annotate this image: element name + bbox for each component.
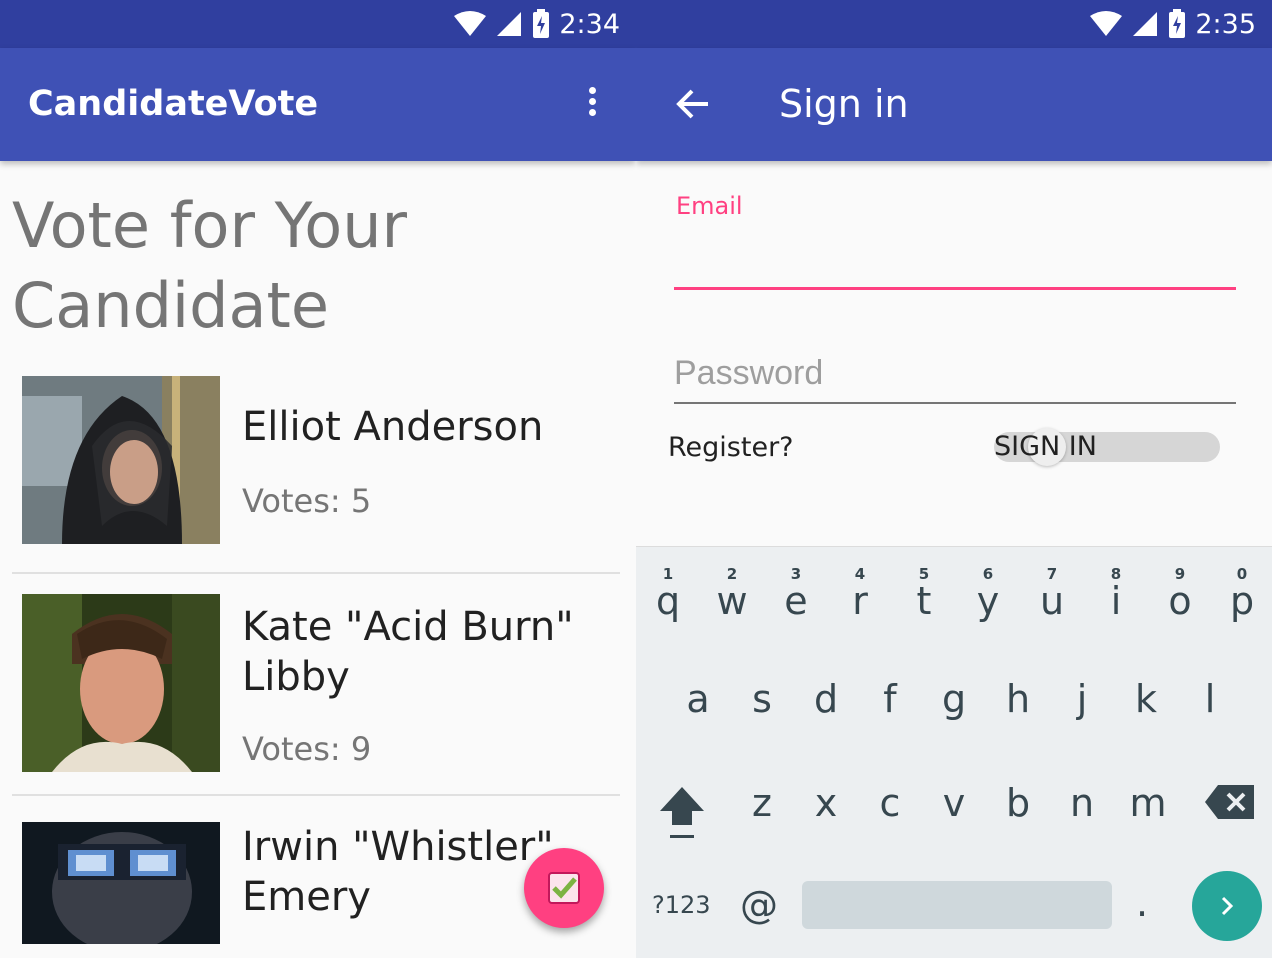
status-bar: 2:34: [0, 0, 636, 48]
candidate-votes: Votes: 9: [242, 730, 372, 768]
candidate-name: Elliot Anderson: [242, 404, 544, 450]
candidate-photo: [22, 376, 220, 544]
key-e[interactable]: 3e: [766, 565, 826, 623]
backspace-icon[interactable]: [1204, 783, 1256, 821]
overflow-menu-icon[interactable]: [580, 84, 604, 124]
spacebar[interactable]: [802, 881, 1112, 929]
battery-charging-icon: [1169, 9, 1186, 38]
checkbox-check-icon: [548, 872, 580, 904]
candidate-item[interactable]: Elliot Anderson Votes: 5: [12, 376, 620, 546]
register-link[interactable]: Register?: [668, 432, 794, 463]
key-t[interactable]: 5t: [894, 565, 954, 623]
key-a[interactable]: a: [668, 677, 728, 721]
wifi-icon: [454, 11, 487, 36]
key-z[interactable]: z: [732, 781, 792, 825]
key-l[interactable]: l: [1180, 677, 1240, 721]
vote-fab-button[interactable]: [524, 848, 604, 928]
key-i[interactable]: 8i: [1086, 565, 1146, 623]
email-field[interactable]: [674, 226, 1236, 290]
page-heading: Vote for Your Candidate: [12, 189, 408, 342]
key-j[interactable]: j: [1052, 677, 1112, 721]
symbols-key[interactable]: ?123: [652, 891, 711, 919]
key-y[interactable]: 6y: [958, 565, 1018, 623]
email-label: Email: [676, 192, 743, 220]
key-c[interactable]: c: [860, 781, 920, 825]
key-d[interactable]: d: [796, 677, 856, 721]
sign-in-screen: 2:35 Sign in Email Register? SIGN IN 1q …: [636, 0, 1272, 958]
enter-key[interactable]: [1192, 871, 1262, 941]
screen-title: Sign in: [779, 82, 909, 126]
period-key[interactable]: .: [1136, 881, 1148, 925]
key-b[interactable]: b: [988, 781, 1048, 825]
sign-in-label: SIGN IN: [994, 431, 1097, 462]
key-q[interactable]: 1q: [638, 565, 698, 623]
sign-in-button[interactable]: SIGN IN: [994, 428, 1220, 466]
candidate-photo: [22, 822, 220, 944]
shift-icon[interactable]: [654, 779, 710, 843]
status-time: 2:34: [559, 8, 620, 40]
key-g[interactable]: g: [924, 677, 984, 721]
candidate-item[interactable]: Kate "Acid Burn" Libby Votes: 9: [12, 594, 620, 774]
key-u[interactable]: 7u: [1022, 565, 1082, 623]
app-bar: CandidateVote: [0, 48, 636, 161]
signal-icon: [1133, 12, 1158, 36]
key-p[interactable]: 0p: [1212, 565, 1272, 623]
back-arrow-icon[interactable]: [674, 86, 710, 122]
battery-charging-icon: [533, 9, 550, 38]
key-n[interactable]: n: [1052, 781, 1112, 825]
candidate-name: Kate "Acid Burn" Libby: [242, 604, 574, 700]
key-f[interactable]: f: [860, 677, 920, 721]
key-s[interactable]: s: [732, 677, 792, 721]
key-m[interactable]: m: [1118, 781, 1178, 825]
password-field[interactable]: [674, 344, 1236, 404]
status-bar: 2:35: [636, 0, 1272, 48]
signal-icon: [497, 12, 522, 36]
key-v[interactable]: v: [924, 781, 984, 825]
candidate-votes: Votes: 5: [242, 482, 372, 520]
divider: [12, 572, 620, 574]
app-title: CandidateVote: [28, 84, 319, 124]
candidate-photo: [22, 594, 220, 772]
candidate-list-screen: 2:34 CandidateVote Vote for Your Candida…: [0, 0, 636, 958]
key-r[interactable]: 4r: [830, 565, 890, 623]
divider: [12, 794, 620, 796]
key-w[interactable]: 2w: [702, 565, 762, 623]
key-x[interactable]: x: [796, 781, 856, 825]
soft-keyboard: 1q 2w 3e 4r 5t 6y 7u 8i 9o 0p a s d f g …: [636, 546, 1272, 958]
key-o[interactable]: 9o: [1150, 565, 1210, 623]
app-bar: Sign in: [636, 48, 1272, 161]
key-h[interactable]: h: [988, 677, 1048, 721]
key-k[interactable]: k: [1116, 677, 1176, 721]
wifi-icon: [1090, 11, 1123, 36]
chevron-right-icon: [1221, 896, 1234, 916]
at-key[interactable]: @: [740, 883, 778, 927]
status-time: 2:35: [1195, 8, 1256, 40]
